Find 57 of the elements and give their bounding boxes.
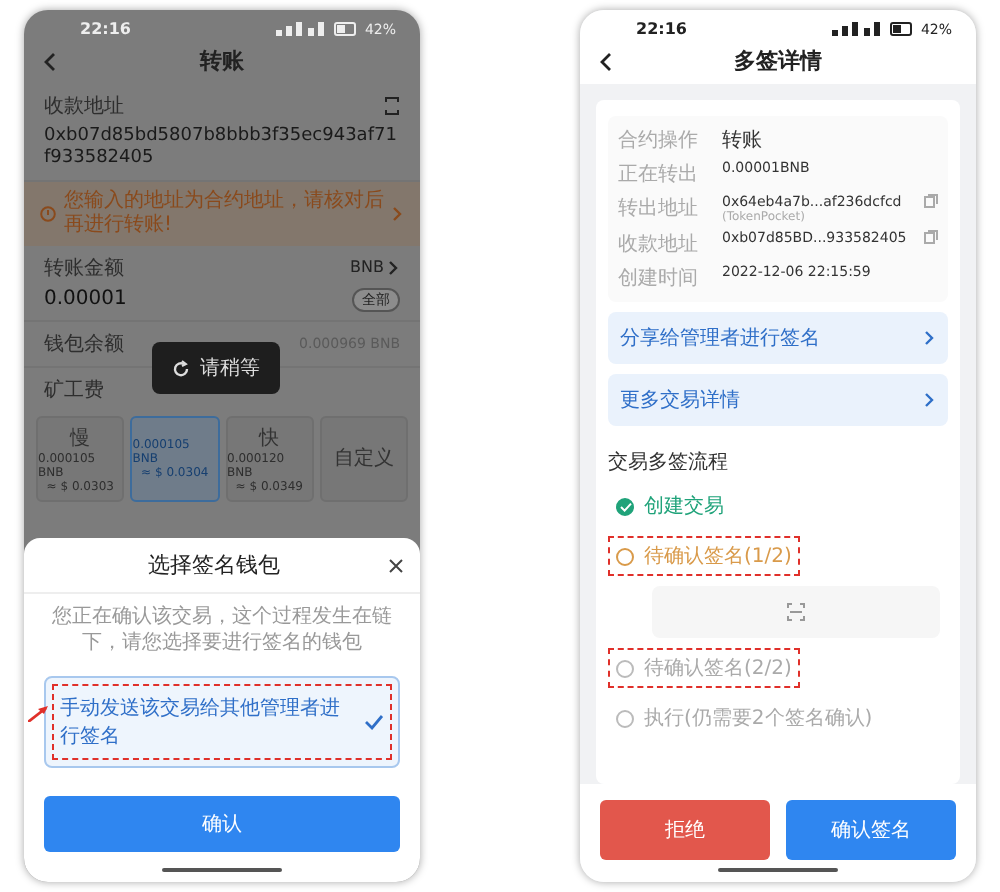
scan-icon <box>786 602 806 622</box>
page-title: 多签详情 <box>732 46 824 76</box>
step-label: 创建交易 <box>644 493 724 520</box>
field-label: 钱包余额 <box>44 331 124 357</box>
dialog-title: 选择签名钱包 <box>146 550 282 580</box>
battery-icon <box>890 22 915 36</box>
scan-icon[interactable] <box>384 96 400 116</box>
reject-button[interactable]: 拒绝 <box>600 800 770 860</box>
fee-speed: 自定义 <box>333 445 394 472</box>
fee-speed: 慢 <box>70 425 91 451</box>
detail-label: 合约操作 <box>618 128 700 154</box>
detail-label: 收款地址 <box>618 231 700 258</box>
fee-speed: 快 <box>259 425 280 451</box>
field-label: 矿工费 <box>44 377 106 403</box>
link-label: 更多交易详情 <box>620 387 740 414</box>
page-title: 转账 <box>197 46 246 76</box>
refresh-icon <box>172 359 190 377</box>
close-icon[interactable] <box>388 557 404 573</box>
chevron-icon <box>392 205 404 221</box>
token-selector[interactable]: BNB <box>350 258 384 276</box>
detail-label: 转出地址 <box>618 195 700 222</box>
check-icon <box>364 714 384 730</box>
field-label: 收款地址 <box>44 93 124 120</box>
chevron-icon <box>924 330 936 346</box>
amount-input[interactable]: 0.00001 <box>44 288 127 310</box>
fee-option[interactable]: 自定义 <box>319 415 408 501</box>
section-title: 交易多签流程 <box>608 449 730 476</box>
status-time: 22:16 <box>636 20 687 38</box>
signal-icon <box>832 22 885 36</box>
step-label: 执行(仍需要2个签名确认) <box>644 705 873 732</box>
step-label: 待确认签名(1/2) <box>644 543 792 570</box>
detail-label: 正在转出 <box>618 161 700 188</box>
detail-label: 创建时间 <box>618 265 700 292</box>
annotation-arrow-icon <box>28 706 48 722</box>
link-row[interactable]: 分享给管理者进行签名 <box>608 312 948 364</box>
chevron-icon <box>388 259 400 275</box>
option-label: 手动发送该交易给其他管理者进行签名 <box>60 695 342 750</box>
signal-icon <box>276 22 329 36</box>
field-label: 转账金额 <box>44 255 124 281</box>
link-label: 分享给管理者进行签名 <box>620 325 820 352</box>
address-text: 0xb07d85bd5807b8bbb3f35ec943af71f933582405 <box>44 126 399 171</box>
dialog-message: 您正在确认该交易，这个过程发生在链下，请您选择要进行签名的钱包 <box>50 603 394 657</box>
battery-icon <box>334 22 359 36</box>
copy-icon[interactable] <box>924 230 938 244</box>
wallet-option[interactable]: 手动发送该交易给其他管理者进行签名 <box>44 676 400 768</box>
chevron-icon <box>924 392 936 408</box>
warning-text: 您输入的地址为合约地址，请核对后再进行转账! <box>64 189 384 237</box>
status-time: 22:16 <box>80 20 131 38</box>
confirm-button[interactable]: 确认 <box>44 796 400 852</box>
detail-value: 转账 <box>722 127 764 154</box>
toast-text: 请稍等 <box>200 355 260 382</box>
confirm-sign-button[interactable]: 确认签名 <box>786 800 956 860</box>
link-row[interactable]: 更多交易详情 <box>608 374 948 426</box>
alert-icon <box>40 205 56 221</box>
step-label: 待确认签名(2/2) <box>644 655 792 682</box>
copy-icon[interactable] <box>924 194 938 208</box>
back-button[interactable] <box>596 51 616 71</box>
